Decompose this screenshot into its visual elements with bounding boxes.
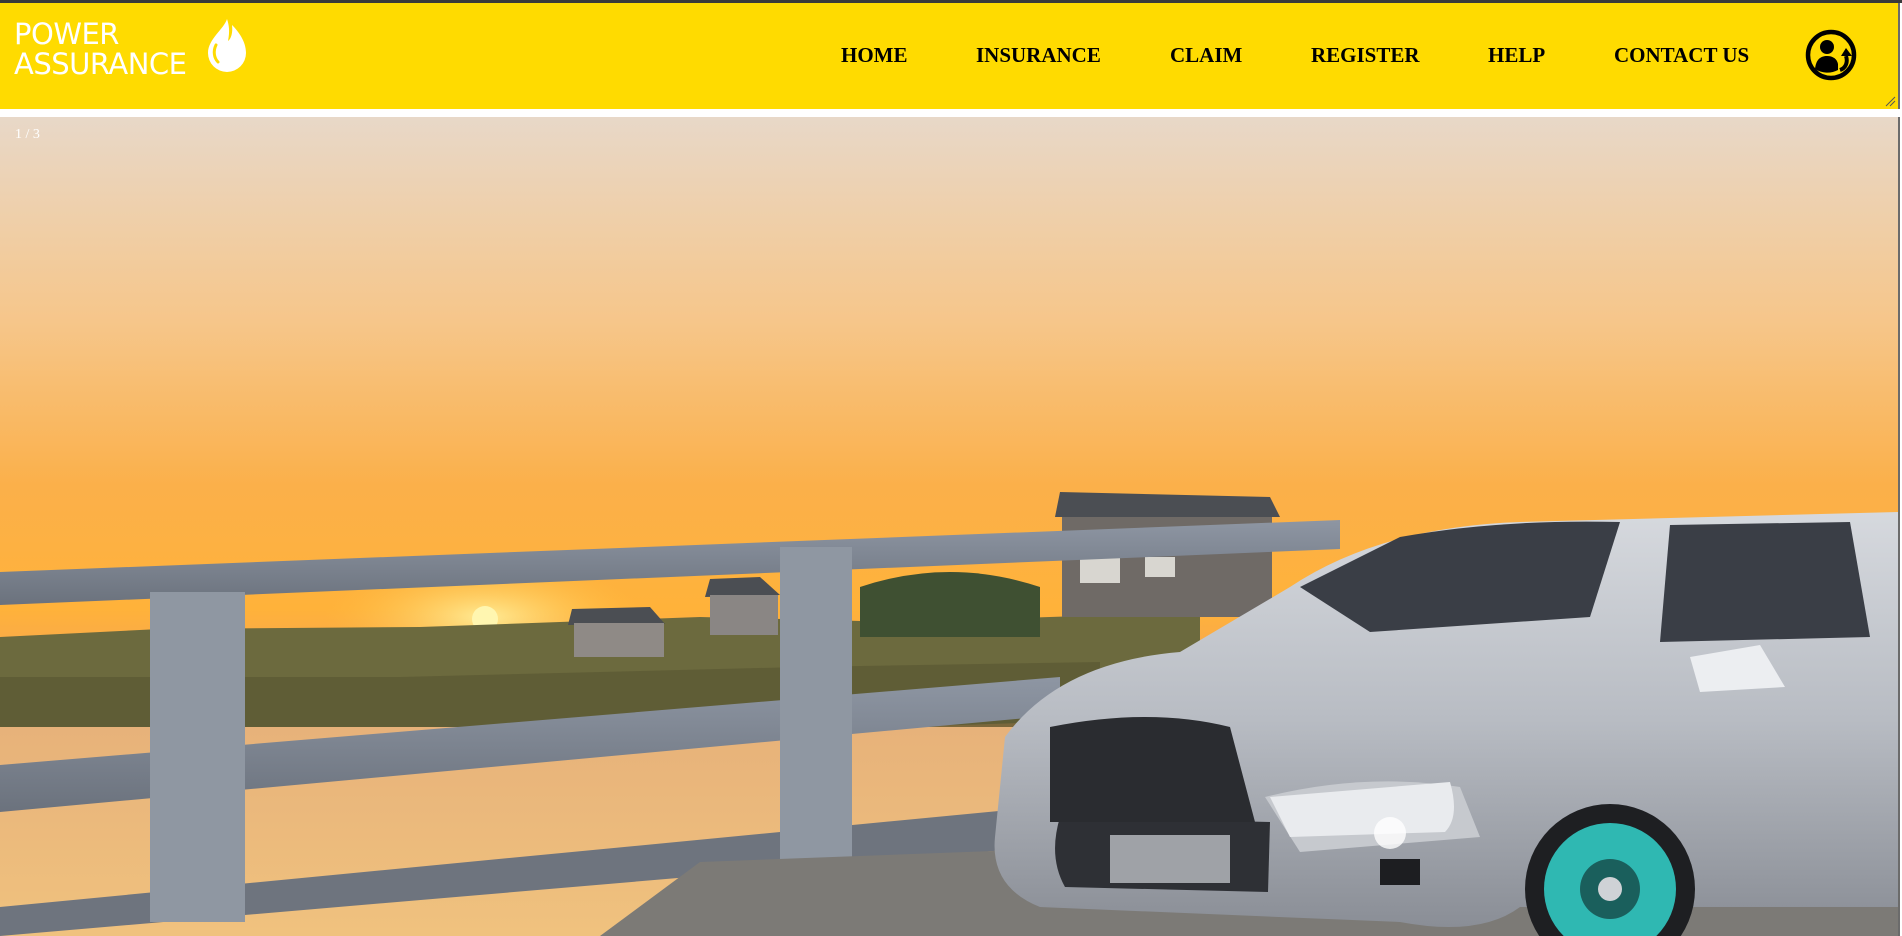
user-refresh-icon xyxy=(1805,29,1857,81)
nav-register[interactable]: REGISTER xyxy=(1311,43,1420,67)
nav-contact-us[interactable]: CONTACT US xyxy=(1614,43,1749,67)
header-divider xyxy=(0,109,1902,117)
slide-counter: 1 / 3 xyxy=(15,127,40,142)
nav-help[interactable]: HELP xyxy=(1488,43,1545,67)
nav-insurance[interactable]: INSURANCE xyxy=(976,43,1101,67)
main-nav: HOME INSURANCE CLAIM REGISTER HELP CONTA… xyxy=(0,3,1898,109)
resize-grip-icon[interactable] xyxy=(1884,95,1896,107)
site-header: POWER ASSURANCE HOME INSURANCE CLAIM REG… xyxy=(0,3,1900,109)
nav-claim[interactable]: CLAIM xyxy=(1170,43,1242,67)
hero-slideshow[interactable]: 1 / 3 xyxy=(0,117,1900,936)
slide-image xyxy=(0,117,1898,936)
nav-home[interactable]: HOME xyxy=(841,43,908,67)
account-button[interactable] xyxy=(1804,28,1860,82)
